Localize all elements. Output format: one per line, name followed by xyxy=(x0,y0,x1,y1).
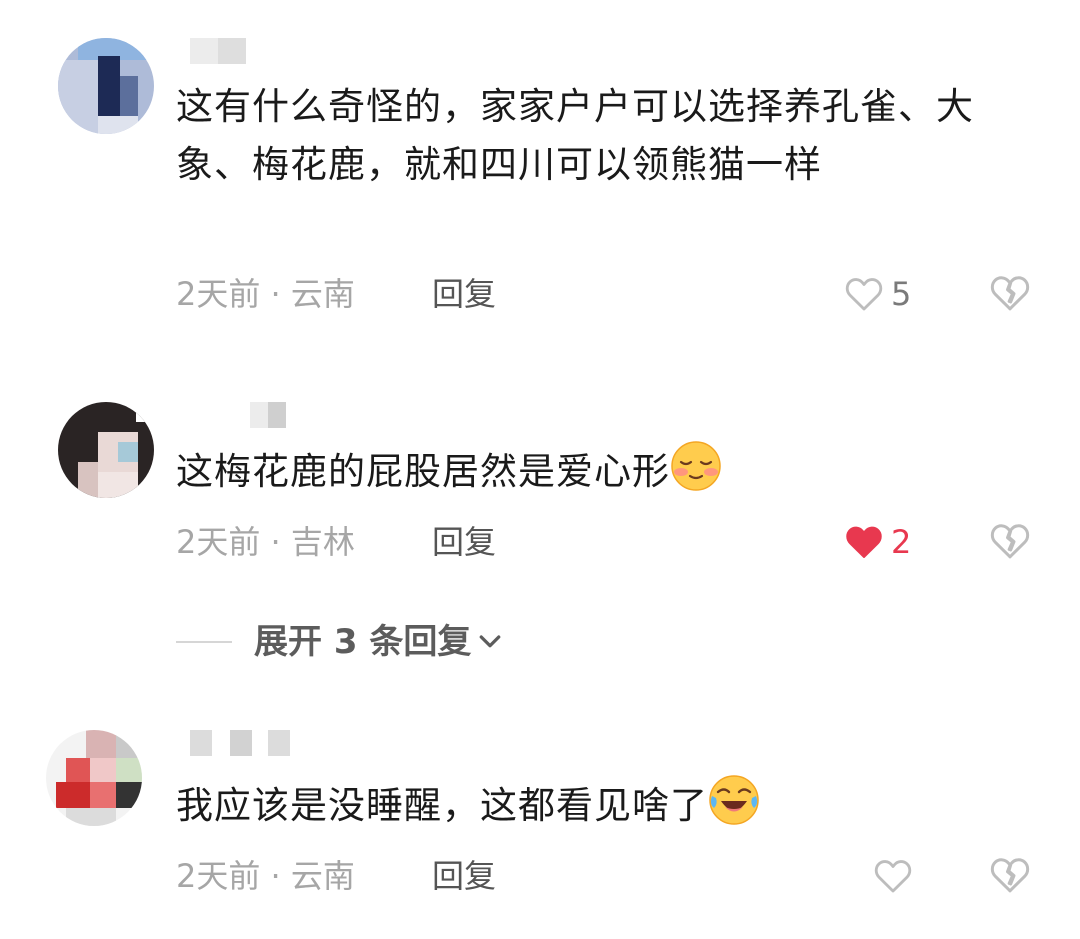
like-button[interactable] xyxy=(874,856,920,896)
expand-replies-label: 展开 3 条回复 xyxy=(254,622,472,662)
heart-filled-icon xyxy=(846,526,882,558)
like-button[interactable]: 2 xyxy=(845,522,911,562)
broken-heart-icon xyxy=(990,524,1030,559)
comment-time-location: 2天前 · 云南 xyxy=(176,857,355,895)
like-count: 5 xyxy=(891,275,912,313)
expand-replies-button[interactable]: 展开 3 条回复 xyxy=(176,620,505,664)
dislike-button[interactable] xyxy=(990,856,1030,896)
avatar[interactable] xyxy=(46,730,142,826)
comment-text-body: 这梅花鹿的屁股居然是爱心形 xyxy=(176,450,670,493)
comment-text: 这梅花鹿的屁股居然是爱心形 xyxy=(176,440,1036,501)
divider xyxy=(176,641,232,643)
reply-button[interactable]: 回复 xyxy=(432,522,496,562)
broken-heart-icon xyxy=(990,858,1030,893)
shy-smile-emoji xyxy=(671,441,721,491)
laugh-cry-emoji xyxy=(709,775,759,825)
dislike-button[interactable] xyxy=(990,522,1030,562)
avatar[interactable] xyxy=(58,402,154,498)
comment-list: 这有什么奇怪的，家家户户可以选择养孔雀、大象、梅花鹿，就和四川可以领熊猫一样 2… xyxy=(0,0,1080,939)
reply-button[interactable]: 回复 xyxy=(432,856,496,896)
comment-text: 这有什么奇怪的，家家户户可以选择养孔雀、大象、梅花鹿，就和四川可以领熊猫一样 xyxy=(176,85,974,186)
avatar[interactable] xyxy=(58,38,154,134)
dislike-button[interactable] xyxy=(990,274,1030,314)
comment-text-body: 我应该是没睡醒，这都看见啥了 xyxy=(176,784,708,827)
chevron-down-icon xyxy=(479,635,501,648)
like-button[interactable]: 5 xyxy=(845,274,911,314)
broken-heart-icon xyxy=(990,276,1030,311)
comment-time-location: 2天前 · 云南 xyxy=(176,275,355,313)
like-count: 2 xyxy=(891,523,912,561)
heart-outline-icon xyxy=(845,278,883,311)
reply-button[interactable]: 回复 xyxy=(432,274,496,314)
comment-time-location: 2天前 · 吉林 xyxy=(176,523,355,561)
comment-text: 我应该是没睡醒，这都看见啥了 xyxy=(176,774,1036,835)
heart-outline-icon xyxy=(874,860,912,893)
